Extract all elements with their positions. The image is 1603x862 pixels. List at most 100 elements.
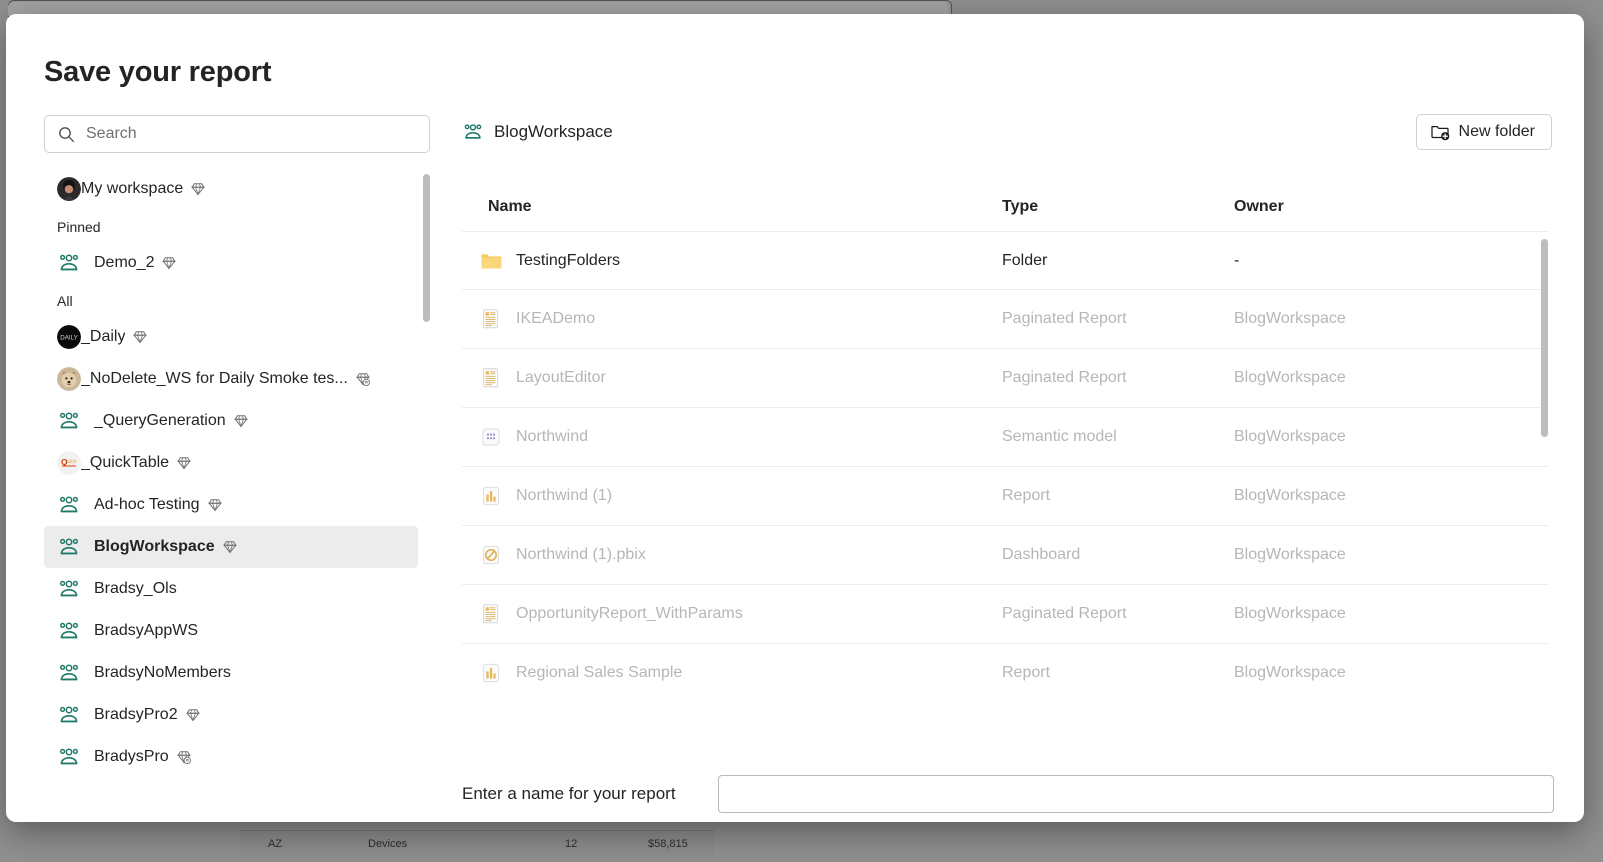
save-report-dialog: Save your report Search My workspace Pin… (6, 14, 1584, 822)
sidebar-item-bradsynomembers[interactable]: BradsyNoMembers (44, 652, 418, 694)
sidebar-item-label: Bradsy_Ols (94, 580, 177, 597)
semantic-model-icon (482, 428, 500, 446)
premium-diamond-icon (222, 541, 237, 554)
sidebar-item-label: BradsyNoMembers (94, 664, 231, 681)
workspace-list-scroll: My workspace Pinned Demo_2 All DAILY _Da… (44, 168, 430, 816)
workspace-group-icon (59, 580, 78, 597)
premium-capacity-icon (176, 751, 191, 764)
page-title: Save your report (44, 56, 272, 88)
workspace-group-icon (59, 254, 78, 271)
paginated-report-icon (483, 309, 499, 329)
table-cell-owner: BlogWorkspace (1234, 369, 1346, 386)
table-scrollbar-thumb[interactable] (1541, 239, 1548, 437)
new-folder-button-label: New folder (1458, 123, 1535, 140)
sidebar-item-quicktable[interactable]: Quick _QuickTable (44, 442, 418, 484)
sidebar-item-blogworkspace[interactable]: BlogWorkspace (44, 526, 418, 568)
premium-diamond-icon (207, 499, 222, 512)
workspace-list-scrollbar-thumb[interactable] (423, 174, 430, 322)
items-table: Name Type Owner TestingFolders Folder - IKE… (462, 183, 1554, 813)
sidebar-item-my-workspace[interactable]: My workspace (44, 168, 418, 210)
table-cell-owner: BlogWorkspace (1234, 605, 1346, 622)
sidebar-item-nodelete-ws-for-daily-smoke-tes[interactable]: _NoDelete_WS for Daily Smoke tes... (44, 358, 418, 400)
workspace-group-icon (59, 412, 78, 429)
sidebar-item-demo-2[interactable]: Demo_2 (44, 242, 418, 284)
sidebar-item-label: _Daily (81, 328, 126, 345)
group-label-all: All (57, 293, 73, 309)
table-row: Northwind (1).pbix Dashboard BlogWorkspace (462, 526, 1548, 585)
column-header-name: Name (488, 198, 532, 215)
background-cell-count: 12 (565, 837, 578, 850)
report-name-label: Enter a name for your report (462, 784, 676, 803)
table-cell-owner: BlogWorkspace (1234, 664, 1346, 681)
sidebar-item-bradsyappws[interactable]: BradsyAppWS (44, 610, 418, 652)
search-box[interactable] (44, 115, 430, 153)
svg-text:DAILY: DAILY (60, 335, 77, 342)
table-cell-owner: - (1234, 251, 1240, 269)
column-header-owner: Owner (1234, 198, 1284, 215)
table-cell-owner: BlogWorkspace (1234, 487, 1346, 504)
svg-text:uick: uick (67, 459, 77, 465)
premium-diamond-icon (177, 457, 191, 470)
column-header-type: Type (1002, 198, 1039, 215)
sidebar-item-label: _QueryGeneration (94, 412, 226, 429)
dashboard-icon (483, 545, 499, 565)
table-cell-type: Folder (1002, 251, 1048, 269)
folder-icon (481, 254, 502, 268)
table-row: Northwind Semantic model BlogWorkspace (462, 408, 1548, 467)
table-row: IKEADemo Paginated Report BlogWorkspace (462, 290, 1548, 349)
table-row: Regional Sales Sample Report BlogWorkspace (462, 644, 1548, 702)
report-icon (483, 486, 499, 506)
table-row[interactable]: TestingFolders Folder - (462, 231, 1548, 290)
sidebar-item-daily[interactable]: DAILY _Daily (44, 316, 418, 358)
sidebar-item-bradyspro[interactable]: BradysPro (44, 736, 418, 778)
workspace-group-icon (59, 622, 78, 639)
sidebar-item-label: Ad-hoc Testing (94, 496, 200, 513)
search-icon (59, 126, 75, 142)
background-cell-state: AZ (268, 837, 283, 850)
workspace-group-icon (59, 664, 78, 681)
content-pane: BlogWorkspace New folder Name Type Owner… (462, 114, 1554, 813)
premium-diamond-icon (191, 183, 206, 196)
sidebar-item-querygeneration[interactable]: _QueryGeneration (44, 400, 418, 442)
background-table-row: AZ Devices 12 $58,815 (240, 830, 714, 856)
workspace-list: My workspace Pinned Demo_2 All DAILY _Da… (44, 168, 418, 778)
report-name-row: Enter a name for your report (462, 775, 1554, 813)
sidebar-item-label: _QuickTable (81, 454, 170, 471)
paginated-report-icon (483, 368, 499, 388)
table-row: LayoutEditor Paginated Report BlogWorkspac… (462, 349, 1548, 408)
sidebar-item-label: My workspace (81, 180, 184, 197)
sidebar-item-bradsypro2[interactable]: BradsyPro2 (44, 694, 418, 736)
sidebar-item-ad-hoc-testing[interactable]: Ad-hoc Testing (44, 484, 418, 526)
table-cell-type: Dashboard (1002, 546, 1081, 563)
table-scrollbar[interactable] (1541, 231, 1548, 702)
workspace-group-icon (59, 706, 78, 723)
background-cell-category: Devices (368, 837, 408, 850)
premium-diamond-icon (185, 709, 200, 722)
new-folder-icon (1430, 125, 1449, 141)
report-icon (483, 663, 499, 683)
table-cell-type: Report (1002, 664, 1051, 681)
table-cell-owner: BlogWorkspace (1234, 546, 1346, 563)
table-cell-name: Northwind (516, 428, 589, 445)
breadcrumb: BlogWorkspace (462, 115, 1554, 149)
workspace-picker-pane: My workspace Pinned (44, 115, 430, 815)
report-name-input[interactable] (718, 775, 1554, 813)
table-cell-type: Paginated Report (1002, 605, 1127, 622)
sidebar-item-bradsy-ols[interactable]: Bradsy_Ols (44, 568, 418, 610)
sidebar-item-label: BradsyAppWS (94, 622, 199, 639)
search-input[interactable] (86, 125, 386, 143)
sidebar-item-label: BradysPro (94, 748, 169, 765)
table-header-row: Name Type Owner (462, 183, 1548, 231)
premium-diamond-icon (162, 257, 177, 270)
workspace-items-all: DAILY _Daily _NoDelete_WS for Daily Smoke … (44, 316, 418, 778)
workspace-group-icon (59, 496, 78, 513)
group-label-pinned: Pinned (57, 219, 101, 235)
table-row: OpportunityReport_WithParams Paginated Re… (462, 585, 1548, 644)
workspace-group-icon (59, 748, 78, 765)
workspace-list-scrollbar[interactable] (423, 168, 430, 816)
table-cell-name: LayoutEditor (516, 369, 606, 386)
new-folder-button[interactable]: New folder (1415, 114, 1552, 150)
paginated-report-icon (483, 604, 499, 624)
user-avatar (57, 177, 81, 201)
breadcrumb-label: BlogWorkspace (494, 122, 613, 141)
